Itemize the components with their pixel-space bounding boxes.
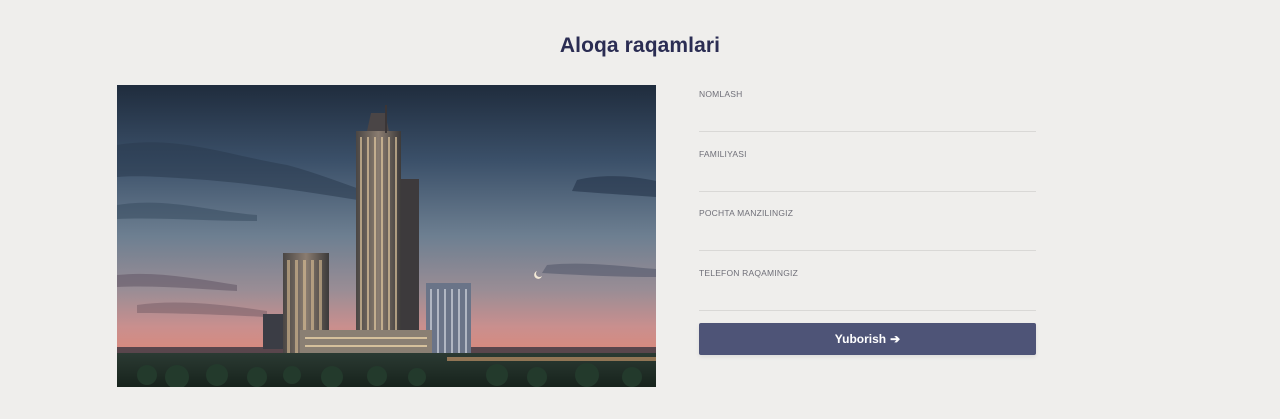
phone-field: TELEFON RAQAMINGIZ: [699, 264, 1036, 324]
phone-input[interactable]: [699, 283, 1036, 311]
page-title: Aloqa raqamlari: [559, 34, 721, 57]
email-input[interactable]: [699, 224, 1036, 251]
contact-form: NOMLASH FAMILIYASI POCHTA MANZILINGIZ TE…: [699, 85, 1036, 323]
name-input[interactable]: [699, 105, 1036, 132]
name-label: NOMLASH: [699, 89, 743, 99]
surname-label: FAMILIYASI: [699, 148, 747, 159]
email-label: POCHTA MANZILINGIZ: [699, 208, 794, 218]
contact-section: Aloqa raqamlari NOMLASH FAMILIYASI POCHT…: [0, 0, 1280, 419]
submit-label: Yuborish: [834, 332, 887, 346]
surname-input[interactable]: [699, 164, 1036, 192]
surname-field: FAMILIYASI: [699, 145, 1036, 205]
email-field: POCHTA MANZILINGIZ: [699, 204, 1036, 264]
submit-button[interactable]: Yuborish ➔: [699, 323, 1036, 355]
name-field: NOMLASH: [699, 85, 1036, 145]
building-photo: [117, 85, 656, 387]
arrow-right-icon: ➔: [890, 332, 901, 346]
phone-label: TELEFON RAQAMINGIZ: [699, 267, 798, 278]
